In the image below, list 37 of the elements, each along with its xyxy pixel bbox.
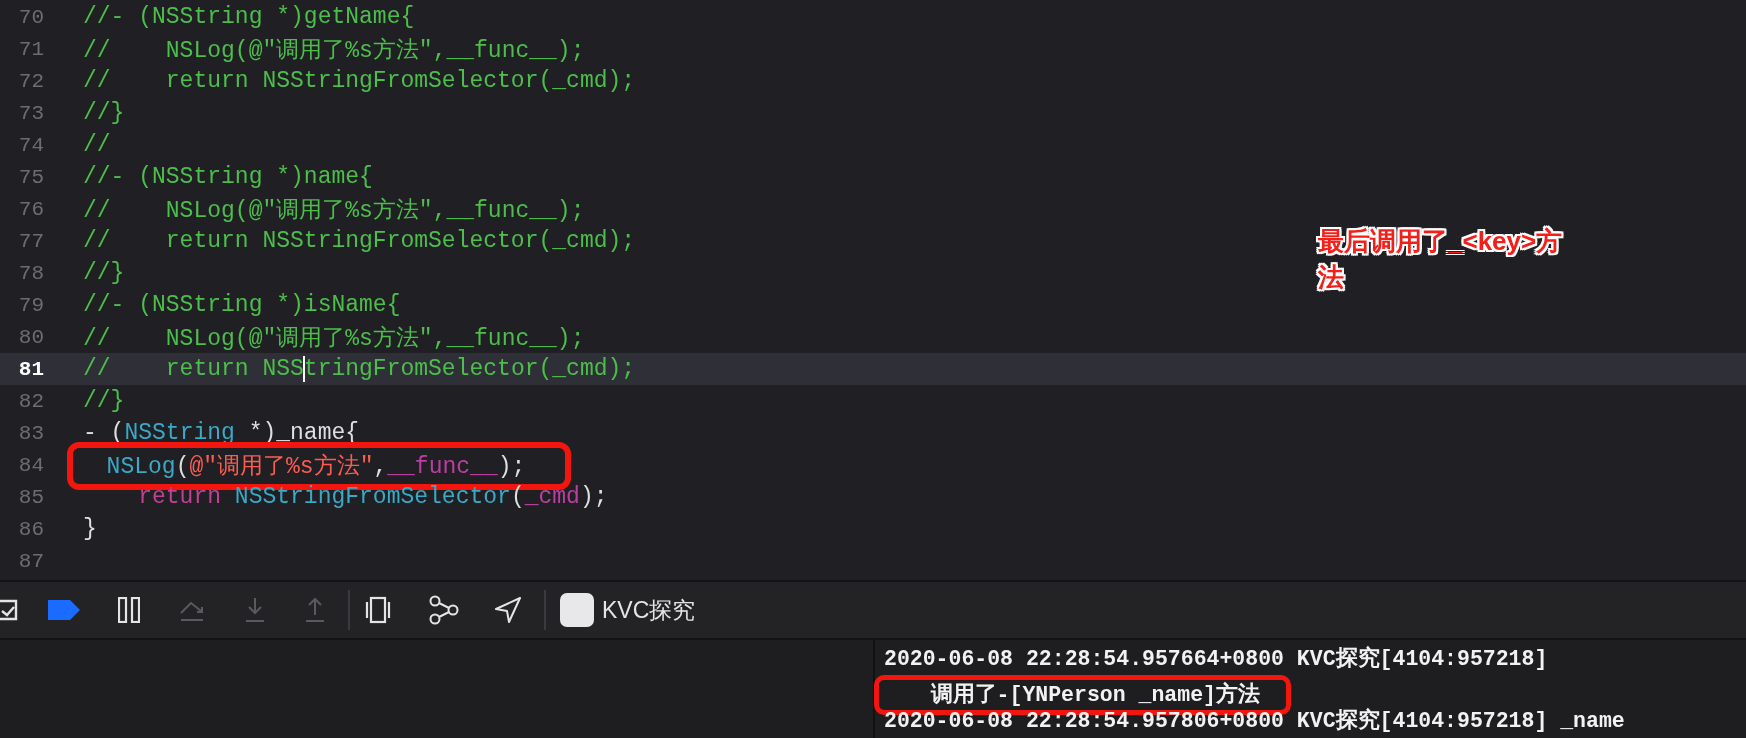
line-number: 73 <box>17 101 44 125</box>
code-line: // return NSStringFromSelector(_cmd); <box>83 356 636 383</box>
app-icon <box>560 593 594 627</box>
code-line: //- (NSString *)getName{ <box>83 4 415 30</box>
code-line: // NSLog(@"调用了%s方法",__func__); <box>83 325 585 352</box>
annotation-text: 最后调用了_<key>方法 <box>1318 225 1564 294</box>
log-line: 2020-06-08 22:28:54.957664+0800 KVC探究[4104:957218] <box>884 647 1548 671</box>
code-line: // NSLog(@"调用了%s方法",__func__); <box>83 37 585 64</box>
line-number: 84 <box>17 453 44 477</box>
line-number: 76 <box>17 197 44 221</box>
code-line: // return NSStringFromSelector(_cmd); <box>83 228 636 254</box>
line-number: 71 <box>17 37 44 61</box>
code-line: //} <box>83 100 125 126</box>
code-line: } <box>83 516 97 542</box>
line-number: 81 <box>17 357 44 381</box>
code-line: //- (NSString *)name{ <box>83 164 373 190</box>
line-number: 82 <box>17 389 44 413</box>
line-number: 74 <box>17 133 44 157</box>
line-number: 86 <box>17 517 44 541</box>
code-line: //} <box>83 388 125 414</box>
target-name[interactable]: KVC探究 <box>602 594 696 626</box>
code-line: // return NSStringFromSelector(_cmd); <box>83 68 636 94</box>
code-line: // <box>83 132 111 158</box>
line-number: 79 <box>17 293 44 317</box>
code-line: //- (NSString *)isName{ <box>83 292 401 318</box>
line-number: 78 <box>17 261 44 285</box>
line-number: 83 <box>17 421 44 445</box>
line-number: 87 <box>17 549 44 573</box>
line-number: 85 <box>17 485 44 509</box>
line-number: 80 <box>17 325 44 349</box>
line-number: 77 <box>17 229 44 253</box>
text-cursor <box>302 355 305 382</box>
line-number: 70 <box>17 5 44 29</box>
line-number: 72 <box>17 69 44 93</box>
code-line: // NSLog(@"调用了%s方法",__func__); <box>83 197 585 224</box>
code-line: //} <box>83 260 125 286</box>
line-number: 75 <box>17 165 44 189</box>
